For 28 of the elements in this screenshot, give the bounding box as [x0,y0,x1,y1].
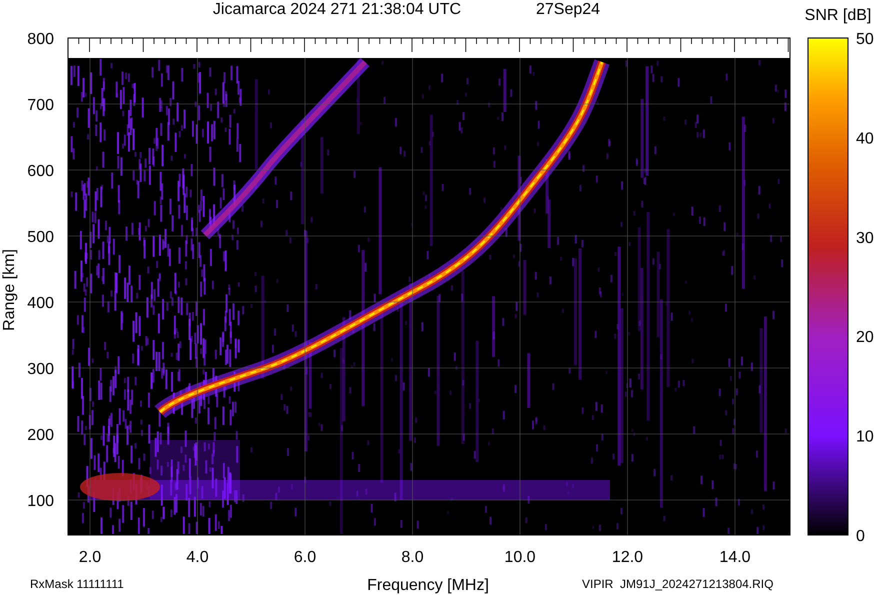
x-tick-label: 14.0 [719,549,751,566]
colorbar-tick-label: 40 [856,130,874,148]
colorbar-tick-label: 30 [856,230,874,247]
y-tick-label: 200 [27,427,54,444]
y-tick-label: 700 [27,97,54,114]
x-tick-label: 6.0 [294,549,316,566]
y-tick-label: 600 [27,163,54,180]
plot-date: 27Sep24 [536,1,600,18]
colorbar-label: SNR [dB] [804,7,872,24]
y-axis-label: Range [km] [1,249,18,331]
y-tick-label: 400 [27,295,54,312]
colorbar-tick-label: 0 [856,528,865,545]
rx-mask-label: RxMask 11111111 [30,577,124,591]
x-tick-label: 8.0 [401,549,424,566]
colorbar-tick-label: 10 [856,428,874,446]
colorbar-tick-label: 50 [856,31,874,48]
x-tick-label: 4.0 [186,549,209,566]
x-tick-label: 12.0 [612,549,644,566]
plot-title: Jicamarca 2024 271 21:38:04 UTC [212,1,462,18]
colorbar-tick-label: 20 [856,329,874,346]
x-axis-label: Frequency [MHz] [367,577,489,594]
y-tick-label: 500 [27,229,54,246]
x-tick-label: 2.0 [78,549,102,566]
y-tick-label: 100 [27,493,54,510]
file-name-label: VIPIR JM91J_2024271213804.RIQ [582,577,774,591]
y-tick-label: 300 [27,361,54,378]
y-tick-label: 800 [27,31,54,48]
x-tick-label: 10.0 [504,549,536,566]
